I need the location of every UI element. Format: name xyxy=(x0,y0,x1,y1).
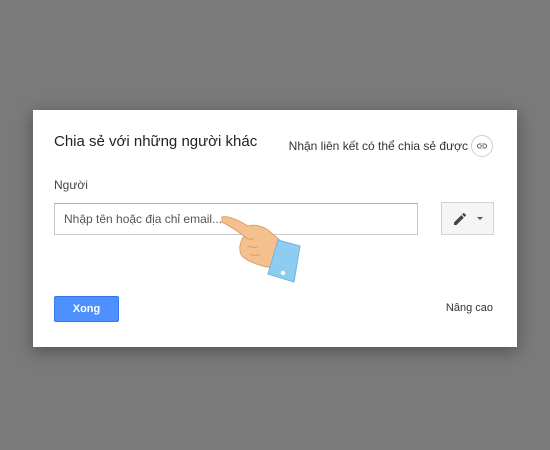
get-shareable-link[interactable]: Nhận liên kết có thể chia sẻ được xyxy=(289,135,493,157)
permission-dropdown-button[interactable] xyxy=(441,202,494,235)
advanced-link[interactable]: Nâng cao xyxy=(446,302,493,314)
pencil-icon xyxy=(454,212,467,225)
done-button[interactable]: Xong xyxy=(54,296,119,322)
chevron-down-icon xyxy=(477,217,483,220)
link-icon[interactable] xyxy=(471,135,493,157)
share-link-label: Nhận liên kết có thể chia sẻ được xyxy=(288,139,468,153)
dialog-title: Chia sẻ với những người khác xyxy=(54,133,258,150)
hand-pointer-icon xyxy=(221,216,301,283)
people-label: Người xyxy=(54,178,88,192)
